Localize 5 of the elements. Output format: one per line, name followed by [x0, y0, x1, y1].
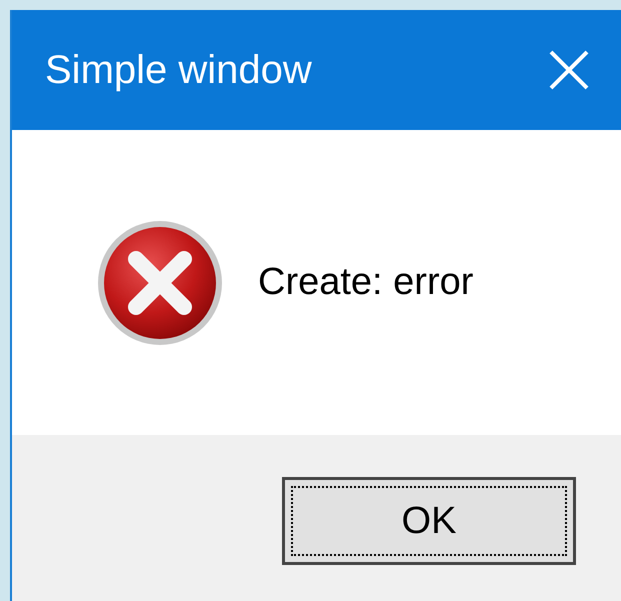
- ok-button[interactable]: OK: [282, 477, 576, 565]
- window-title: Simple window: [45, 47, 312, 94]
- message-text: Create: error: [258, 260, 474, 305]
- close-icon[interactable]: [547, 48, 591, 92]
- error-icon: [96, 218, 224, 346]
